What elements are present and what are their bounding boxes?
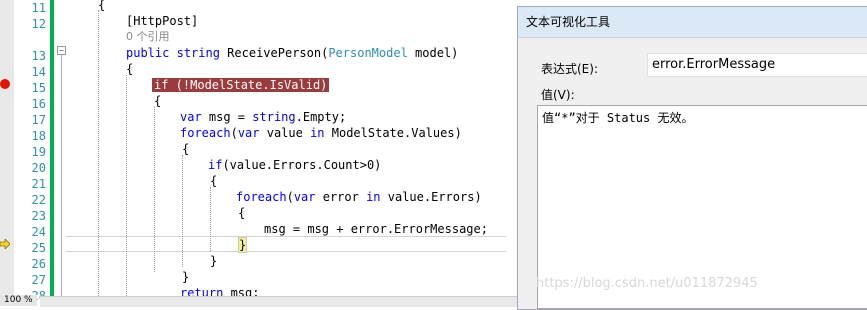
line-number: 18	[31, 129, 46, 143]
zoom-level[interactable]: 100 %	[0, 295, 37, 306]
indicator-margin[interactable]	[0, 0, 14, 306]
code-line-16: {	[154, 94, 162, 108]
code-line-24: msg = msg + error.ErrorMessage;	[264, 222, 488, 236]
value-label: 值(V):	[541, 88, 575, 102]
line-number: 26	[31, 257, 46, 271]
line-number: 12	[31, 17, 46, 31]
line-number: 16	[31, 97, 46, 111]
line-numbers: 11 12 13 14 15 16 17 18 19 20 21 22 23 2…	[14, 0, 48, 306]
breakpoint-icon[interactable]	[0, 79, 10, 89]
line-number: 14	[31, 65, 46, 79]
code-line-18: foreach(var value in ModelState.Values)	[180, 126, 462, 140]
code-line-26: }	[210, 254, 218, 268]
brace-match-highlight: }	[238, 237, 248, 253]
line-number: 11	[31, 1, 46, 15]
code-line-27: }	[182, 270, 190, 284]
line-number: 15	[31, 81, 46, 95]
line-number: 13	[31, 49, 46, 63]
expression-label: 表达式(E):	[541, 62, 598, 76]
expression-field[interactable]: error.ErrorMessage	[647, 53, 867, 77]
change-tracking-bar	[50, 0, 54, 300]
code-line-23: {	[238, 206, 246, 220]
code-line-12: [HttpPost]	[126, 14, 199, 28]
line-number: 25	[31, 241, 46, 255]
code-line-20: if(value.Errors.Count>0)	[208, 158, 382, 172]
line-number: 23	[31, 209, 46, 223]
references-codelens[interactable]: 0 个引用	[126, 29, 170, 45]
line-number: 27	[31, 273, 46, 287]
code-line-13: public string ReceivePerson(PersonModel …	[126, 46, 459, 60]
breakpoint-highlight: if (!ModelState.IsValid)	[152, 78, 330, 92]
code-line-19: {	[182, 142, 190, 156]
horizontal-scrollbar[interactable]	[40, 296, 520, 307]
code-line-22: foreach(var error in value.Errors)	[236, 190, 482, 204]
outline-line	[61, 55, 62, 305]
line-number: 21	[31, 177, 46, 191]
current-statement-arrow-icon	[0, 239, 10, 249]
line-number: 19	[31, 145, 46, 159]
line-number: 17	[31, 113, 46, 127]
outlining-margin: −	[56, 0, 66, 306]
code-line-11: {	[98, 0, 106, 12]
dialog-title[interactable]: 文本可视化工具	[518, 7, 867, 38]
code-line-15: if (!ModelState.IsValid)	[152, 77, 330, 93]
text-visualizer-dialog: 文本可视化工具 表达式(E): error.ErrorMessage 值(V):…	[517, 6, 867, 310]
collapse-icon[interactable]: −	[57, 46, 66, 55]
code-line-14: {	[126, 62, 134, 76]
code-line-17: var msg = string.Empty;	[180, 110, 347, 124]
watermark: https://blog.csdn.net/u011872945	[536, 276, 758, 291]
line-number	[14, 32, 48, 48]
line-number: 24	[31, 225, 46, 239]
line-number: 22	[31, 193, 46, 207]
line-number: 20	[31, 161, 46, 175]
code-line-21: {	[210, 174, 218, 188]
code-line-25: }	[238, 237, 248, 253]
